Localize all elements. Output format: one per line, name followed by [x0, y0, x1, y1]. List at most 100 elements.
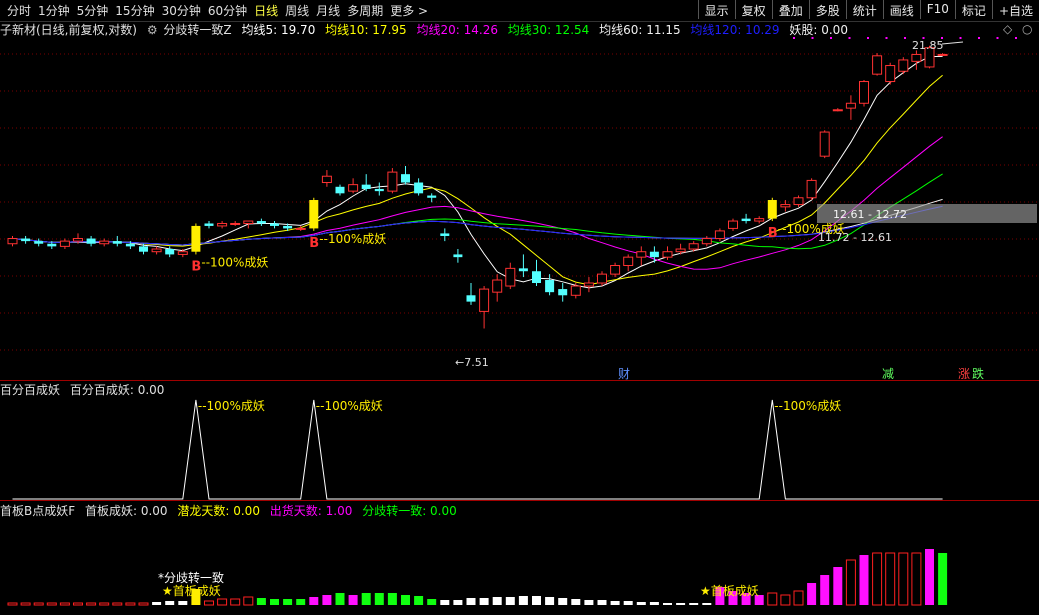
marker-dot [959, 37, 962, 39]
toolbar-button-7[interactable]: 标记 [954, 0, 992, 19]
candle-body [728, 220, 738, 229]
shouban-label: ★首板成妖 [162, 584, 221, 598]
candle-body [125, 243, 135, 247]
candle-body [636, 251, 647, 258]
candle-body [492, 279, 503, 293]
panel-divider [0, 500, 1039, 501]
histogram-bar [125, 602, 136, 606]
low-price-label: ←7.51 [455, 356, 489, 369]
toolbar-button-5[interactable]: 画线 [882, 0, 920, 19]
candle-body [414, 182, 424, 194]
candle-body [532, 271, 541, 284]
histogram-bar [73, 602, 83, 606]
candle-body [112, 241, 122, 244]
candle-body [780, 204, 791, 208]
candle-body [570, 285, 581, 296]
die-marker: 跌 [972, 366, 984, 380]
candle-body [7, 238, 18, 245]
candle-body [466, 295, 476, 302]
zhang-marker: 涨 [958, 366, 970, 380]
histogram-bar [518, 596, 528, 605]
candle-body [309, 200, 319, 229]
candle-body [479, 288, 490, 312]
period-tab-7[interactable]: 周线 [285, 2, 309, 19]
histogram-bar [872, 552, 883, 606]
candle-body [688, 243, 699, 250]
candle-body [741, 218, 751, 222]
period-tab-6[interactable]: 日线 [254, 2, 278, 19]
histogram-bar [46, 602, 57, 606]
period-tab-2[interactable]: 5分钟 [77, 2, 109, 19]
candle-body [937, 53, 948, 56]
toolbar-button-2[interactable]: 叠加 [771, 0, 809, 19]
marker-dot [811, 37, 814, 39]
indicator-panel-shouban[interactable]: *分歧转一致★首板成妖 ★首板成妖 [0, 503, 1039, 615]
histogram-bar [99, 602, 110, 606]
function-buttons: 显示 复权 叠加 多股 统计 画线 F10 标记 +自选 [697, 0, 1039, 21]
histogram-bar [911, 552, 922, 606]
marker-dot [904, 37, 906, 39]
candle-body [714, 230, 725, 240]
toolbar-button-3[interactable]: 多股 [808, 0, 846, 19]
histogram-bar [217, 598, 228, 606]
histogram-bar [152, 602, 162, 605]
candle-body [583, 282, 594, 287]
histogram-bar [663, 603, 672, 605]
period-tab-3[interactable]: 15分钟 [115, 2, 154, 19]
period-tab-10[interactable]: 更多 > [390, 2, 428, 19]
toolbar-button-8[interactable]: +自选 [991, 0, 1039, 19]
candle-body [793, 197, 804, 206]
b-point-mark: B [191, 259, 201, 274]
candle-body [177, 251, 188, 255]
histogram-bar [243, 596, 254, 606]
toolbar-button-0[interactable]: 显示 [697, 0, 735, 19]
candle-body [270, 223, 279, 226]
b-point-mark: B [768, 226, 778, 241]
histogram-bar [793, 590, 804, 606]
period-tab-1[interactable]: 1分钟 [38, 2, 70, 19]
period-tab-4[interactable]: 30分钟 [162, 2, 201, 19]
period-tab-0[interactable]: 分时 [7, 2, 31, 19]
histogram-bar [532, 596, 541, 605]
histogram-bar [427, 599, 437, 605]
peak-line [12, 399, 943, 500]
candle-body [754, 218, 765, 222]
histogram-bar [348, 595, 358, 605]
toolbar-button-1[interactable]: 复权 [734, 0, 772, 19]
main-kline-chart[interactable]: B --100%成妖B --100%成妖 B --100%成妖21.85←7.5112.… [0, 22, 1039, 380]
histogram-bar [361, 593, 371, 605]
fenqi-label: *分歧转一致 [158, 570, 224, 585]
histogram-bar [820, 575, 830, 605]
histogram-bar [33, 602, 44, 606]
range-band-label: 12.61 - 12.72 [833, 208, 907, 221]
histogram-bar [322, 595, 332, 605]
candle-body [374, 188, 384, 192]
histogram-bar [636, 602, 646, 605]
cai-marker: 财 [618, 367, 630, 380]
histogram-bar [296, 599, 306, 605]
candle-body [427, 195, 437, 198]
histogram-bar [20, 602, 31, 606]
period-tab-9[interactable]: 多周期 [347, 2, 383, 19]
period-tab-8[interactable]: 月线 [316, 2, 340, 19]
histogram-bar [401, 595, 410, 605]
indicator-panel-100pct[interactable]: --100%成妖 --100%成妖 --100%成妖 [0, 382, 1039, 500]
histogram-bar [466, 598, 476, 605]
candle-body [832, 109, 843, 112]
toolbar-button-6[interactable]: F10 [919, 0, 955, 19]
histogram-bar [414, 596, 424, 605]
histogram-bar [859, 555, 869, 605]
histogram-bar [440, 600, 450, 605]
candle-body [623, 256, 634, 267]
period-tab-5[interactable]: 60分钟 [208, 2, 247, 19]
histogram-bar [492, 597, 502, 605]
marker-dot [848, 37, 851, 39]
histogram-bar [584, 600, 594, 605]
toolbar-button-4[interactable]: 统计 [845, 0, 883, 19]
candle-body [885, 65, 896, 83]
histogram-bar [702, 603, 712, 605]
histogram-bar [649, 602, 659, 605]
histogram-bar [558, 598, 568, 605]
candle-body [898, 59, 909, 72]
ma30-line [12, 173, 943, 250]
